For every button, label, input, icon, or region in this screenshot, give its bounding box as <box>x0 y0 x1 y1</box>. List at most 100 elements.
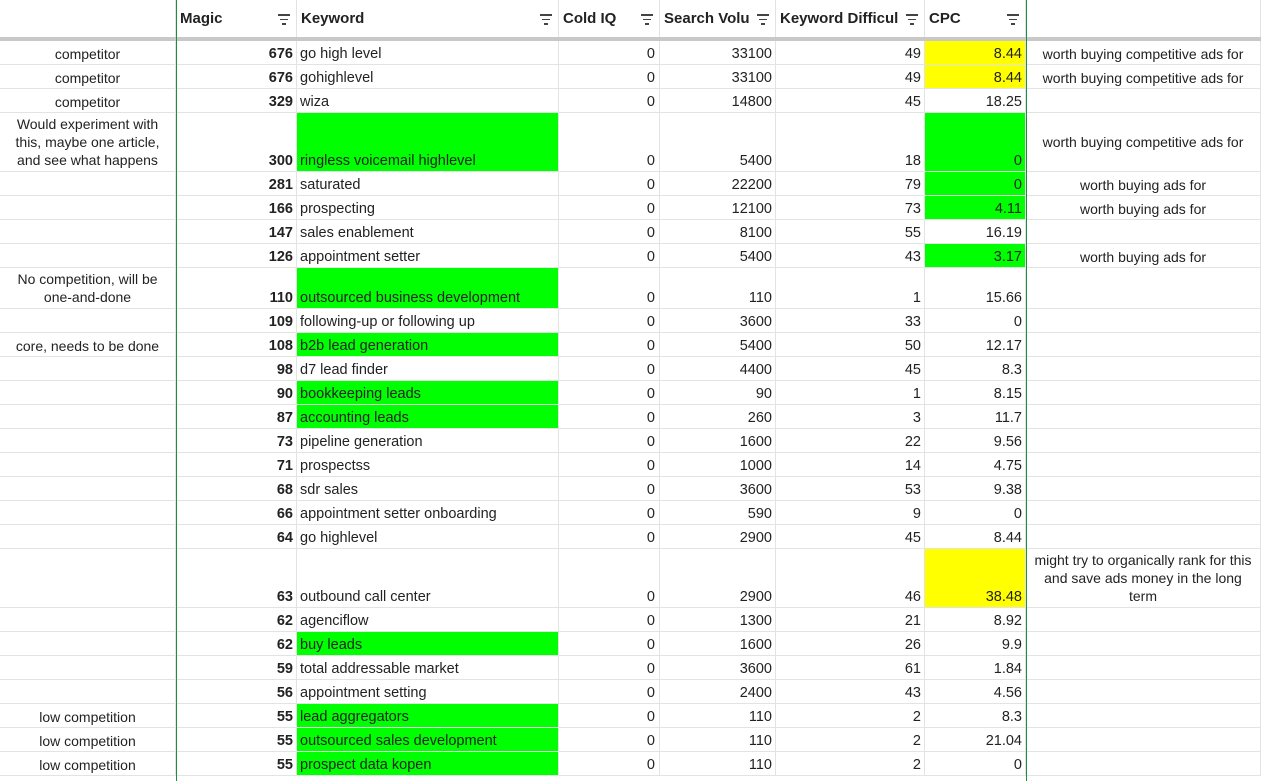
note-cell[interactable] <box>0 357 176 381</box>
cold-iq-cell[interactable]: 0 <box>559 608 660 632</box>
magic-cell[interactable]: 110 <box>176 268 297 309</box>
magic-cell[interactable]: 71 <box>176 453 297 477</box>
comment-cell[interactable] <box>1026 680 1261 704</box>
filter-icon[interactable] <box>540 14 552 26</box>
cpc-cell[interactable]: 15.66 <box>925 268 1026 309</box>
magic-cell[interactable]: 73 <box>176 429 297 453</box>
comment-cell[interactable] <box>1026 501 1261 525</box>
note-cell[interactable] <box>0 501 176 525</box>
keyword-cell[interactable]: ringless voicemail highlevel <box>297 113 559 172</box>
note-cell[interactable] <box>0 549 176 608</box>
filter-icon[interactable] <box>278 14 290 26</box>
search-volume-cell[interactable]: 5400 <box>660 333 776 357</box>
note-cell[interactable] <box>0 405 176 429</box>
keyword-cell[interactable]: appointment setter <box>297 244 559 268</box>
note-cell[interactable] <box>0 453 176 477</box>
search-volume-cell[interactable]: 110 <box>660 268 776 309</box>
comment-cell[interactable] <box>1026 656 1261 680</box>
cpc-cell[interactable]: 4.56 <box>925 680 1026 704</box>
search-volume-cell[interactable]: 33100 <box>660 41 776 65</box>
magic-cell[interactable]: 64 <box>176 525 297 549</box>
keyword-difficulty-cell[interactable]: 1 <box>776 268 925 309</box>
header-keyword-difficulty[interactable]: Keyword Difficul <box>776 0 925 37</box>
search-volume-cell[interactable]: 3600 <box>660 656 776 680</box>
cpc-cell[interactable]: 11.7 <box>925 405 1026 429</box>
keyword-difficulty-cell[interactable]: 46 <box>776 549 925 608</box>
search-volume-cell[interactable]: 260 <box>660 405 776 429</box>
magic-cell[interactable]: 109 <box>176 309 297 333</box>
keyword-cell[interactable]: following-up or following up <box>297 309 559 333</box>
cold-iq-cell[interactable]: 0 <box>559 632 660 656</box>
cpc-cell[interactable]: 0 <box>925 172 1026 196</box>
magic-cell[interactable]: 300 <box>176 113 297 172</box>
search-volume-cell[interactable]: 590 <box>660 501 776 525</box>
note-cell[interactable] <box>0 632 176 656</box>
cpc-cell[interactable]: 0 <box>925 113 1026 172</box>
note-cell[interactable] <box>0 309 176 333</box>
keyword-cell[interactable]: bookkeeping leads <box>297 381 559 405</box>
search-volume-cell[interactable]: 110 <box>660 752 776 776</box>
search-volume-cell[interactable]: 5400 <box>660 244 776 268</box>
comment-cell[interactable] <box>1026 357 1261 381</box>
keyword-difficulty-cell[interactable]: 50 <box>776 333 925 357</box>
cold-iq-cell[interactable]: 0 <box>559 357 660 381</box>
keyword-cell[interactable]: agenciflow <box>297 608 559 632</box>
note-cell[interactable]: low competition <box>0 752 176 776</box>
keyword-cell[interactable]: prospect data kopen <box>297 752 559 776</box>
search-volume-cell[interactable]: 110 <box>660 704 776 728</box>
keyword-difficulty-cell[interactable]: 22 <box>776 429 925 453</box>
search-volume-cell[interactable]: 8100 <box>660 220 776 244</box>
comment-cell[interactable] <box>1026 309 1261 333</box>
cpc-cell[interactable]: 12.17 <box>925 333 1026 357</box>
cold-iq-cell[interactable]: 0 <box>559 333 660 357</box>
cold-iq-cell[interactable]: 0 <box>559 656 660 680</box>
keyword-cell[interactable]: appointment setter onboarding <box>297 501 559 525</box>
cold-iq-cell[interactable]: 0 <box>559 244 660 268</box>
cold-iq-cell[interactable]: 0 <box>559 220 660 244</box>
keyword-difficulty-cell[interactable]: 73 <box>776 196 925 220</box>
note-cell[interactable] <box>0 525 176 549</box>
magic-cell[interactable]: 676 <box>176 41 297 65</box>
note-cell[interactable]: No competition, will be one-and-done <box>0 268 176 309</box>
search-volume-cell[interactable]: 33100 <box>660 65 776 89</box>
search-volume-cell[interactable]: 3600 <box>660 309 776 333</box>
keyword-cell[interactable]: appointment setting <box>297 680 559 704</box>
cpc-cell[interactable]: 4.75 <box>925 453 1026 477</box>
keyword-difficulty-cell[interactable]: 49 <box>776 65 925 89</box>
cold-iq-cell[interactable]: 0 <box>559 525 660 549</box>
magic-cell[interactable]: 87 <box>176 405 297 429</box>
cold-iq-cell[interactable]: 0 <box>559 381 660 405</box>
magic-cell[interactable]: 55 <box>176 704 297 728</box>
keyword-difficulty-cell[interactable]: 43 <box>776 680 925 704</box>
search-volume-cell[interactable]: 2900 <box>660 549 776 608</box>
search-volume-cell[interactable]: 90 <box>660 381 776 405</box>
keyword-cell[interactable]: outsourced business development <box>297 268 559 309</box>
keyword-cell[interactable]: prospecting <box>297 196 559 220</box>
magic-cell[interactable]: 62 <box>176 632 297 656</box>
cold-iq-cell[interactable]: 0 <box>559 268 660 309</box>
magic-cell[interactable]: 68 <box>176 477 297 501</box>
keyword-difficulty-cell[interactable]: 2 <box>776 704 925 728</box>
header-col-a[interactable] <box>0 0 176 37</box>
keyword-cell[interactable]: wiza <box>297 89 559 113</box>
comment-cell[interactable] <box>1026 333 1261 357</box>
comment-cell[interactable] <box>1026 704 1261 728</box>
comment-cell[interactable]: might try to organically rank for this a… <box>1026 549 1261 608</box>
cold-iq-cell[interactable]: 0 <box>559 429 660 453</box>
cpc-cell[interactable]: 9.56 <box>925 429 1026 453</box>
cpc-cell[interactable]: 8.44 <box>925 41 1026 65</box>
header-magic[interactable]: Magic <box>176 0 297 37</box>
magic-cell[interactable]: 166 <box>176 196 297 220</box>
cpc-cell[interactable]: 0 <box>925 501 1026 525</box>
comment-cell[interactable] <box>1026 220 1261 244</box>
keyword-difficulty-cell[interactable]: 1 <box>776 381 925 405</box>
header-keyword[interactable]: Keyword <box>297 0 559 37</box>
comment-cell[interactable] <box>1026 477 1261 501</box>
cpc-cell[interactable]: 21.04 <box>925 728 1026 752</box>
magic-cell[interactable]: 62 <box>176 608 297 632</box>
comment-cell[interactable]: worth buying ads for <box>1026 244 1261 268</box>
search-volume-cell[interactable]: 1600 <box>660 632 776 656</box>
note-cell[interactable] <box>0 656 176 680</box>
keyword-cell[interactable]: accounting leads <box>297 405 559 429</box>
keyword-difficulty-cell[interactable]: 14 <box>776 453 925 477</box>
